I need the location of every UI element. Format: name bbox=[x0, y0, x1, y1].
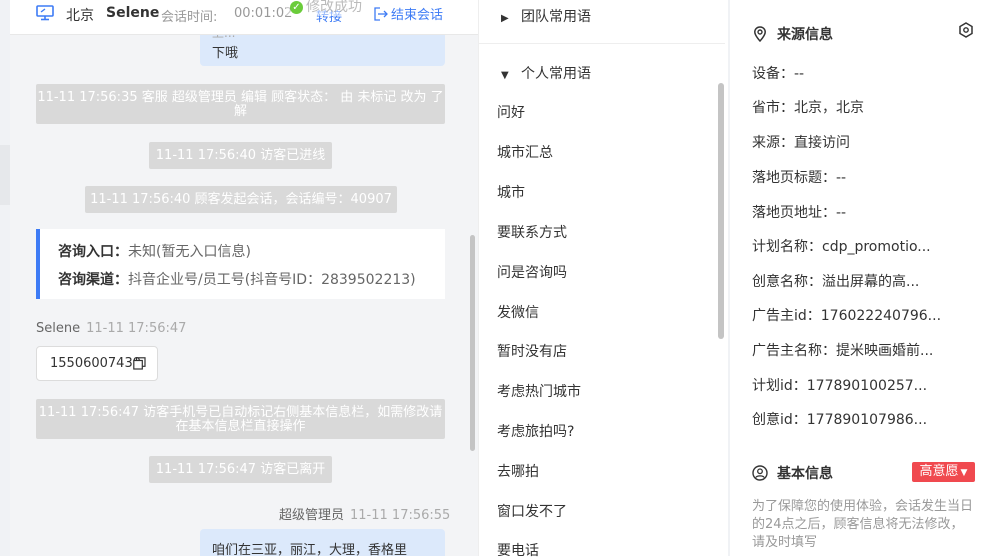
sender-name: Selene bbox=[36, 321, 81, 336]
visitor-name: Selene bbox=[106, 5, 160, 21]
personal-phrases-group[interactable]: ▼ 个人常用语 bbox=[501, 63, 591, 83]
system-message: 11-11 17:56:40 访客已进线 bbox=[149, 142, 332, 169]
message-time: 11-11 17:56:55 bbox=[350, 508, 451, 523]
phrase-item[interactable]: 发微信 bbox=[497, 302, 539, 322]
phrase-item[interactable]: 考虑旅拍吗? bbox=[497, 421, 574, 441]
exit-icon bbox=[374, 7, 388, 21]
session-time-value: 00:01:02 bbox=[234, 6, 293, 21]
toast-text: 修改成功 bbox=[306, 0, 362, 15]
source-field-creative-name: 创意名称：溢出屏幕的高... bbox=[752, 274, 920, 290]
consult-entry-row: 咨询入口：未知(暂无入口信息) bbox=[58, 241, 251, 261]
section-label: 来源信息 bbox=[777, 27, 833, 43]
source-field-advertiser-id: 广告主id：176022240796... bbox=[752, 308, 942, 324]
end-session-label: 结束会话 bbox=[391, 8, 444, 23]
phone-number[interactable]: 15506007439 bbox=[50, 356, 141, 371]
source-field-landing-title: 落地页标题：-- bbox=[752, 170, 847, 186]
phrase-item[interactable]: 问好 bbox=[497, 102, 525, 122]
phrases-scrollbar[interactable] bbox=[718, 83, 724, 339]
system-message: 11-11 17:56:47 访客已离开 bbox=[149, 456, 332, 483]
group-label: 个人常用语 bbox=[521, 66, 591, 82]
phrase-item[interactable]: 去哪拍 bbox=[497, 461, 539, 481]
consult-entry-value: 未知(暂无入口信息) bbox=[128, 244, 251, 260]
message-time: 11-11 17:56:47 bbox=[86, 321, 187, 336]
check-icon: ✓ bbox=[290, 1, 303, 14]
visitor-city: 北京 bbox=[66, 8, 94, 24]
agent-message-meta: 超级管理员 11-11 17:56:55 bbox=[279, 504, 450, 523]
caret-down-icon: ▼ bbox=[960, 468, 968, 478]
sender-name: 超级管理员 bbox=[279, 508, 345, 523]
source-field-creative-id: 创意id：177890107986... bbox=[752, 412, 928, 428]
end-session-button[interactable]: 结束会话 bbox=[374, 4, 443, 23]
visitor-info-panel: 来源信息 设备：-- 省市：北京，北京 来源：直接访问 落地页标题：-- 落地页… bbox=[730, 0, 990, 556]
phrase-item[interactable]: 问是咨询吗 bbox=[497, 262, 567, 282]
settings-hex-icon[interactable] bbox=[958, 22, 974, 38]
team-phrases-group[interactable]: ▶ 团队常用语 bbox=[501, 6, 591, 26]
basic-info-title: 基本信息 bbox=[752, 463, 833, 483]
phrase-item[interactable]: 考虑热门城市 bbox=[497, 381, 581, 401]
copy-icon[interactable] bbox=[133, 357, 146, 370]
location-pin-icon bbox=[754, 26, 766, 42]
section-label: 基本信息 bbox=[777, 466, 833, 482]
phrase-item[interactable]: 城市汇总 bbox=[497, 142, 553, 162]
source-field-plan-id: 计划id：177890100257... bbox=[752, 378, 928, 394]
source-field-source: 来源：直接访问 bbox=[752, 135, 850, 151]
system-message: 11-11 17:56:47 访客手机号已自动标记右侧基本信息栏，如需修改请在基… bbox=[36, 399, 445, 439]
consult-channel-label: 咨询渠道： bbox=[58, 272, 128, 288]
phrase-item[interactable]: 暂时没有店 bbox=[497, 341, 567, 361]
phrase-item[interactable]: 城市 bbox=[497, 182, 525, 202]
source-field-device: 设备：-- bbox=[752, 66, 805, 82]
chat-scrollbar[interactable] bbox=[470, 235, 475, 451]
caret-down-icon: ▼ bbox=[501, 70, 509, 81]
group-label: 团队常用语 bbox=[521, 9, 591, 25]
left-strip bbox=[0, 0, 10, 556]
monitor-icon bbox=[36, 5, 54, 21]
session-time-label: 会话时间: bbox=[161, 10, 218, 25]
phrase-item[interactable]: 要联系方式 bbox=[497, 222, 567, 242]
phrase-item[interactable]: 窗口发不了 bbox=[497, 501, 567, 521]
left-strip-tab[interactable] bbox=[0, 145, 10, 205]
common-phrases-panel: ▶ 团队常用语 ▼ 个人常用语 问好 城市汇总 城市 要联系方式 问是咨询吗 发微信… bbox=[478, 0, 725, 559]
message-text: 咱们在三亚，丽江，大理，香格里 bbox=[212, 543, 408, 556]
source-field-landing-url: 落地页地址：-- bbox=[752, 205, 847, 221]
chat-header: 北京 Selene 会话时间: 00:01:02 转接 结束会话 bbox=[10, 0, 478, 35]
agent-message-bubble: 咱们在三亚，丽江，大理，香格里 bbox=[200, 529, 445, 556]
consult-info-card: 咨询入口：未知(暂无入口信息) 咨询渠道：抖音企业号/员工号(抖音号ID：283… bbox=[36, 229, 445, 299]
consult-channel-row: 咨询渠道：抖音企业号/员工号(抖音号ID：2839502213) bbox=[58, 269, 416, 289]
message-text: 下哦 bbox=[212, 46, 239, 61]
consult-channel-value: 抖音企业号/员工号(抖音号ID：2839502213) bbox=[128, 272, 416, 288]
visitor-message-meta: Selene 11-11 17:56:47 bbox=[36, 321, 186, 336]
success-toast: ✓ 修改成功 bbox=[286, 0, 366, 16]
chat-panel: 北京 Selene 会话时间: 00:01:02 转接 结束会话 ✓修改成功 上… bbox=[10, 0, 478, 556]
phrase-item[interactable]: 要电话 bbox=[497, 540, 539, 560]
source-field-province: 省市：北京，北京 bbox=[752, 100, 864, 116]
source-field-advertiser-name: 广告主名称：提米映画婚前... bbox=[752, 343, 934, 359]
source-field-plan-name: 计划名称：cdp_promotio... bbox=[752, 239, 931, 255]
edit-deadline-note: 为了保障您的使用体验，会话发生当日的24点之后，顾客信息将无法修改，请及时填写 bbox=[752, 499, 974, 550]
intent-badge-label: 高意愿 bbox=[919, 464, 959, 479]
visitor-phone-message: 15506007439 bbox=[36, 346, 158, 381]
system-message: 11-11 17:56:35 客服 超级管理员 编辑 顾客状态： 由 未标记 改… bbox=[36, 84, 445, 124]
user-circle-icon bbox=[752, 465, 768, 481]
divider bbox=[479, 43, 725, 44]
intent-badge-dropdown[interactable]: 高意愿 ▼ bbox=[912, 462, 975, 482]
consult-entry-label: 咨询入口： bbox=[58, 244, 128, 260]
system-message: 11-11 17:56:40 顾客发起会话，会话编号：40907 bbox=[85, 186, 397, 213]
caret-right-icon: ▶ bbox=[501, 13, 509, 24]
source-info-title: 来源信息 bbox=[752, 24, 833, 44]
